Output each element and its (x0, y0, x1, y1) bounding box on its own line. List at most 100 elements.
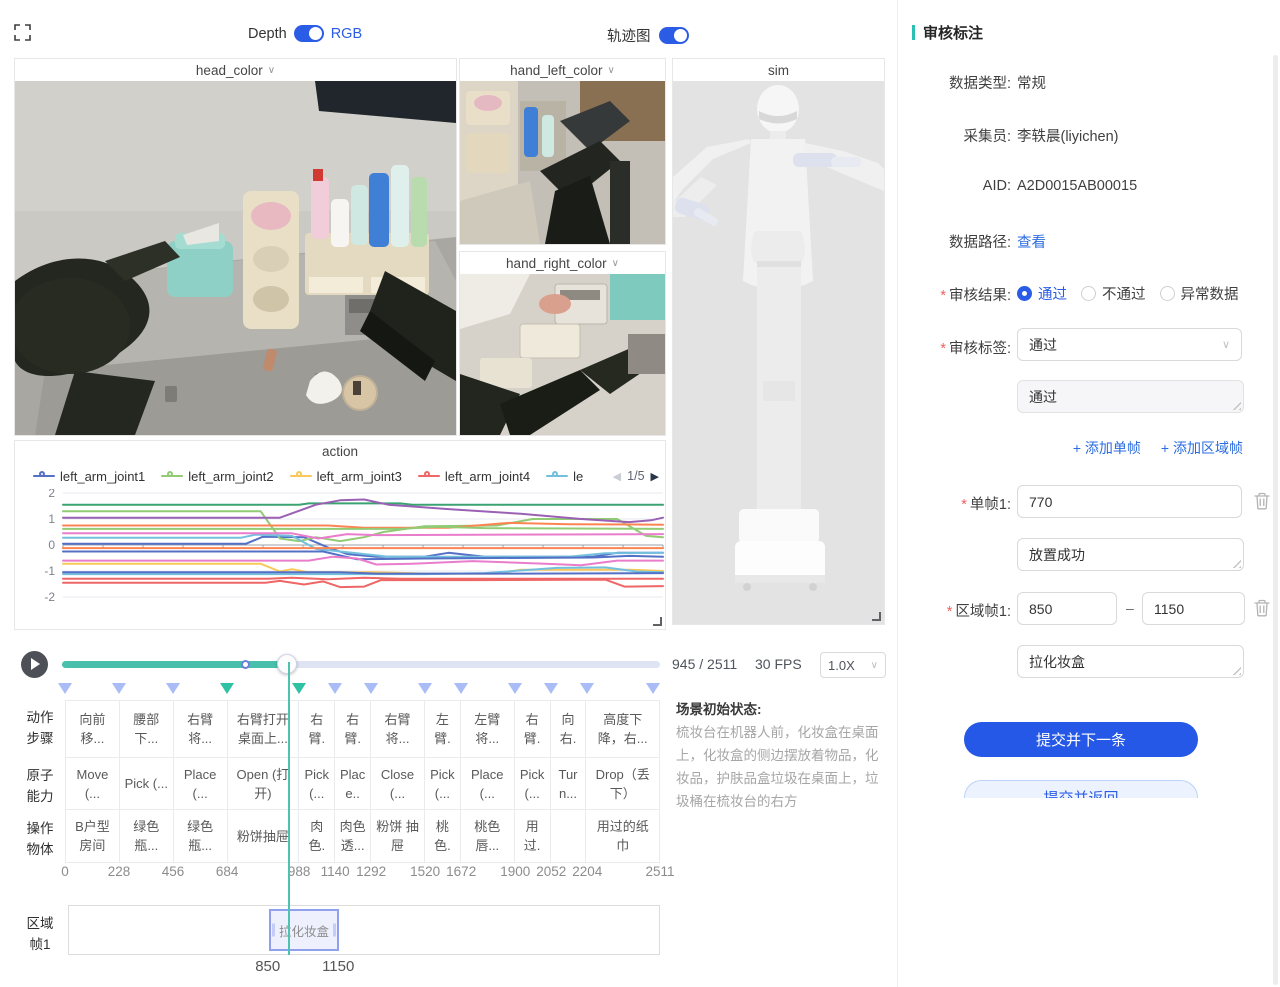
hand-right-header[interactable]: hand_right_color ∨ (460, 252, 665, 274)
step-marker-12[interactable] (646, 683, 660, 694)
step-marker-3[interactable] (220, 683, 234, 694)
radio-option-异常数据[interactable]: 异常数据 (1160, 283, 1239, 304)
step-cell[interactable]: 绿色 瓶... (174, 810, 228, 862)
step-cell[interactable] (551, 810, 587, 862)
step-cell[interactable]: 右 臂. (299, 701, 335, 757)
step-marker-7[interactable] (418, 683, 432, 694)
review-tag-note[interactable]: 通过 (1017, 380, 1244, 413)
scrollbar[interactable] (1273, 55, 1278, 985)
step-marker-6[interactable] (364, 683, 378, 694)
delete-region-frame-icon[interactable] (1254, 599, 1270, 617)
segment-right-handle[interactable] (333, 924, 336, 937)
step-cell[interactable]: Pick (... (120, 758, 174, 809)
resize-handle-icon[interactable] (653, 617, 662, 626)
play-button[interactable] (21, 651, 48, 678)
legend-item-left_arm_joint3[interactable]: left_arm_joint3 (290, 469, 402, 484)
speed-select[interactable]: 1.0X ∨ (820, 652, 886, 678)
review-panel: 审核标注 数据类型: 常规 采集员: 李轶晨(liyichen) AID: A2… (897, 0, 1280, 987)
legend-marker-icon (418, 471, 440, 481)
step-cell[interactable]: 用 过. (515, 810, 551, 862)
step-cell[interactable]: 右 臂. (515, 701, 551, 757)
step-cell[interactable]: 向前 移... (66, 701, 120, 757)
step-cell[interactable]: Place.. (335, 758, 371, 809)
step-cell[interactable]: Pick (... (425, 758, 461, 809)
resize-grip-icon[interactable] (1232, 401, 1241, 410)
review-tag-select[interactable]: 通过 ∨ (1017, 328, 1242, 361)
step-cell[interactable]: Drop（丢下） (586, 758, 659, 809)
step-marker-4[interactable] (292, 683, 306, 694)
head-color-title: head_color (196, 63, 263, 78)
step-cell[interactable]: 桃 色. (425, 810, 461, 862)
step-cell[interactable]: Move (... (66, 758, 120, 809)
step-cell[interactable]: 肉 色. (299, 810, 335, 862)
step-marker-5[interactable] (328, 683, 342, 694)
add-single-frame-link[interactable]: + 添加单帧 (1073, 438, 1141, 458)
step-cell[interactable]: 左 臂. (425, 701, 461, 757)
legend-prev-icon[interactable]: ◀ (613, 470, 621, 483)
fullscreen-icon[interactable] (14, 24, 31, 41)
chevron-down-icon: ∨ (268, 65, 275, 76)
add-region-frame-link[interactable]: + 添加区域帧 (1161, 438, 1243, 458)
single-frame-note[interactable]: 放置成功 (1017, 538, 1244, 571)
step-marker-2[interactable] (166, 683, 180, 694)
head-color-header[interactable]: head_color ∨ (15, 59, 456, 81)
region-end-input[interactable]: 1150 (1142, 592, 1245, 625)
legend-item-left_arm_joint1[interactable]: left_arm_joint1 (33, 469, 145, 484)
delete-single-frame-icon[interactable] (1254, 492, 1270, 510)
step-cell[interactable]: Pick (... (515, 758, 551, 809)
frame-axis-label: 456 (162, 864, 185, 879)
radio-icon (1081, 286, 1096, 301)
legend-item-left_arm_joint2[interactable]: left_arm_joint2 (161, 469, 273, 484)
legend-next-icon[interactable]: ▶ (651, 470, 659, 483)
segment-left-handle[interactable] (272, 924, 275, 937)
step-cell[interactable]: 向 右. (551, 701, 587, 757)
frame-axis-label: 1520 (410, 864, 440, 879)
step-cell[interactable]: B户型 房间 (66, 810, 120, 862)
trajectory-switch[interactable] (659, 27, 689, 44)
region-frame-note[interactable]: 拉化妆盒 (1017, 645, 1244, 678)
step-cell[interactable]: 桃色 唇... (461, 810, 515, 862)
region-start-input[interactable]: 850 (1017, 592, 1117, 625)
resize-grip-icon[interactable] (1232, 559, 1241, 568)
step-cell[interactable]: Place (... (174, 758, 228, 809)
data-path-view-link[interactable]: 查看 (1017, 231, 1046, 252)
step-cell[interactable]: 腰部 下... (120, 701, 174, 757)
submit-next-button[interactable]: 提交并下一条 (964, 722, 1198, 757)
step-marker-10[interactable] (544, 683, 558, 694)
head-color-panel: head_color ∨ (14, 58, 457, 436)
legend-item-left_arm_joint4[interactable]: left_arm_joint4 (418, 469, 530, 484)
step-cell[interactable]: Turn... (551, 758, 587, 809)
step-cell[interactable]: 高度下 降，右... (586, 701, 659, 757)
row-label-region-frame: 区域帧1 (18, 913, 62, 955)
submit-return-button[interactable]: 提交并返回 (964, 780, 1198, 798)
step-cell[interactable]: 左臂 将... (461, 701, 515, 757)
single-frame-input[interactable]: 770 (1017, 485, 1242, 518)
step-cell[interactable]: Pick (... (299, 758, 335, 809)
step-marker-0[interactable] (58, 683, 72, 694)
region-boundary-label: 850 (255, 958, 280, 975)
legend-item-le[interactable]: le (546, 469, 583, 484)
step-marker-9[interactable] (508, 683, 522, 694)
step-cell[interactable]: 肉色 透... (335, 810, 371, 862)
hand-left-header[interactable]: hand_left_color ∨ (460, 59, 665, 81)
step-marker-1[interactable] (112, 683, 126, 694)
resize-grip-icon[interactable] (1232, 666, 1241, 675)
head-color-image (15, 81, 456, 435)
step-cell[interactable]: 右臂 将... (371, 701, 425, 757)
timeline-slider[interactable] (62, 661, 660, 668)
step-cell[interactable]: 用过的纸 巾 (586, 810, 659, 862)
depth-rgb-switch[interactable] (294, 25, 324, 42)
radio-option-通过[interactable]: 通过 (1017, 283, 1067, 304)
region-segment[interactable]: 拉化妆盒 (269, 909, 339, 951)
step-cell[interactable]: 右 臂. (335, 701, 371, 757)
step-marker-8[interactable] (454, 683, 468, 694)
step-cell[interactable]: 右臂 将... (174, 701, 228, 757)
step-cell[interactable]: Place (... (461, 758, 515, 809)
resize-handle-icon[interactable] (872, 612, 881, 621)
radio-option-不通过[interactable]: 不通过 (1081, 283, 1146, 304)
speed-value: 1.0X (828, 658, 855, 673)
step-cell[interactable]: 粉饼 抽屉 (371, 810, 425, 862)
step-cell[interactable]: 绿色 瓶... (120, 810, 174, 862)
step-marker-11[interactable] (580, 683, 594, 694)
step-cell[interactable]: Close (... (371, 758, 425, 809)
